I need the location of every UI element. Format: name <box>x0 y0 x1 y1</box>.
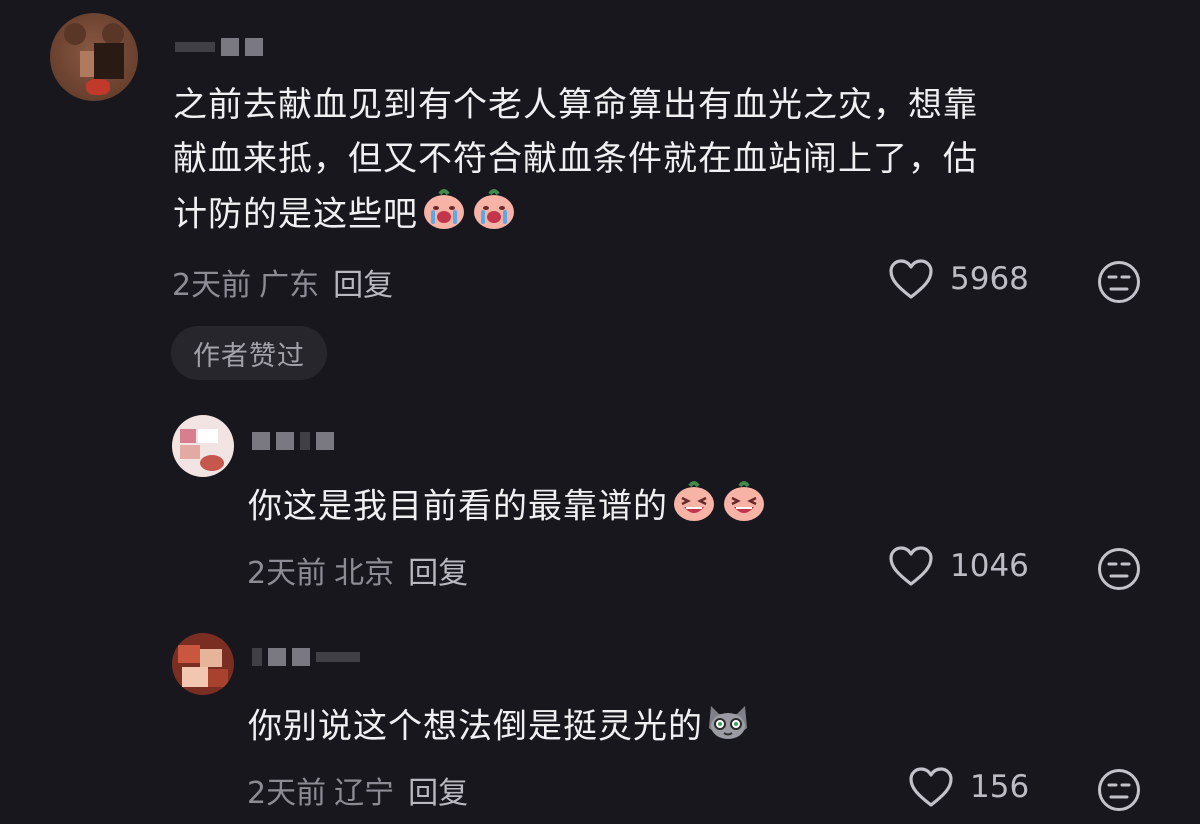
comment-meta: 2天前 广东 回复 <box>172 260 393 304</box>
comment-text: 之前去献血见到有个老人算命算出有血光之灾，想靠 献血来抵，但又不符合献血条件就在… <box>173 78 978 246</box>
laughing-emoji-icon <box>720 478 768 538</box>
like-count: 5968 <box>950 261 1029 297</box>
dislike-button[interactable] <box>1097 547 1141 595</box>
comment-line: 献血来抵，但又不符合献血条件就在血站闹上了，估 <box>173 139 978 179</box>
avatar[interactable] <box>172 415 234 477</box>
heart-icon <box>888 258 934 300</box>
reply-text: 你别说这个想法倒是挺灵光的 <box>248 698 751 758</box>
comment-line: 计防的是这些吧 <box>173 186 978 246</box>
avatar[interactable] <box>172 633 234 695</box>
timestamp: 2天前 <box>247 556 327 591</box>
location: 北京 <box>334 556 395 591</box>
username[interactable] <box>252 432 334 450</box>
reply-button[interactable]: 回复 <box>408 768 468 812</box>
like-count: 1046 <box>950 548 1029 584</box>
like-count: 156 <box>970 769 1030 805</box>
dislike-button[interactable] <box>1097 260 1141 308</box>
heart-icon <box>888 545 934 587</box>
reply-meta: 2天前 北京 回复 <box>247 548 468 592</box>
reply-text: 你这是我目前看的最靠谱的 <box>248 478 768 538</box>
cat-emoji-icon <box>705 698 751 758</box>
like-button[interactable]: 1046 <box>888 545 1029 587</box>
laughing-emoji-icon <box>670 478 718 538</box>
username[interactable] <box>252 648 360 666</box>
location: 广东 <box>259 268 320 303</box>
meh-face-icon <box>1097 769 1141 816</box>
like-button[interactable]: 5968 <box>888 258 1029 300</box>
meh-face-icon <box>1097 261 1141 308</box>
crying-emoji-icon <box>470 186 518 246</box>
crying-emoji-icon <box>420 186 468 246</box>
reply-button[interactable]: 回复 <box>333 260 393 304</box>
reply-meta: 2天前 辽宁 回复 <box>247 768 468 812</box>
location: 辽宁 <box>334 776 395 811</box>
author-liked-badge: 作者赞过 <box>171 326 327 380</box>
comment-line: 之前去献血见到有个老人算命算出有血光之灾，想靠 <box>173 85 978 125</box>
meh-face-icon <box>1097 548 1141 595</box>
timestamp: 2天前 <box>247 776 327 811</box>
dislike-button[interactable] <box>1097 768 1141 816</box>
timestamp: 2天前 <box>172 268 252 303</box>
avatar[interactable] <box>50 13 138 101</box>
reply-button[interactable]: 回复 <box>408 548 468 592</box>
like-button[interactable]: 156 <box>908 766 1029 808</box>
heart-icon <box>908 766 954 808</box>
username[interactable] <box>175 38 263 56</box>
